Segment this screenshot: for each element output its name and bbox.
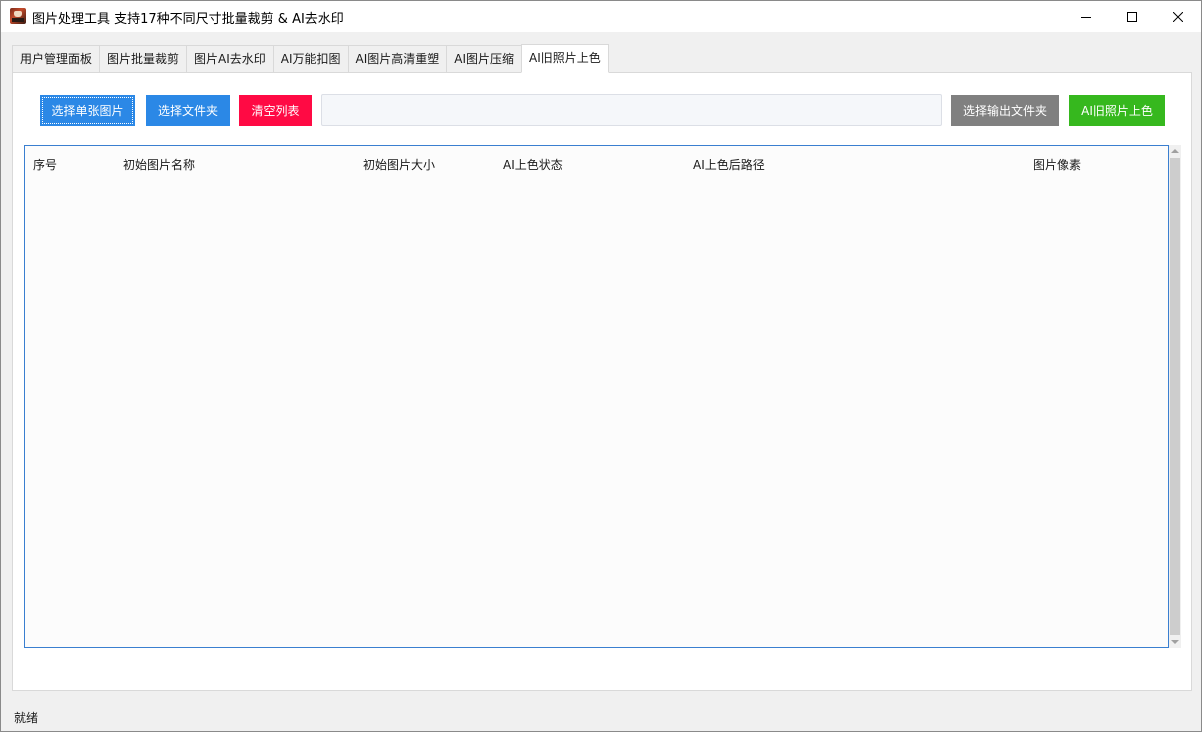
- status-text: 就绪: [14, 711, 39, 725]
- maximize-icon: [1127, 11, 1137, 22]
- column-header-original-name[interactable]: 初始图片名称: [123, 156, 195, 173]
- column-header-original-size[interactable]: 初始图片大小: [363, 156, 435, 173]
- ai-colorize-button[interactable]: AI旧照片上色: [1069, 95, 1165, 126]
- select-output-folder-button[interactable]: 选择输出文件夹: [951, 95, 1059, 126]
- tab-ai-cutout[interactable]: AI万能扣图: [272, 45, 348, 73]
- maximize-button[interactable]: [1109, 1, 1155, 32]
- tab-ai-upscale[interactable]: AI图片高清重塑: [347, 45, 447, 73]
- tab-panel-colorize: 选择单张图片 选择文件夹 清空列表 选择输出文件夹 AI旧照片上色 序号 初始图…: [12, 72, 1192, 691]
- list-scrollbar[interactable]: [1169, 145, 1181, 648]
- clear-list-button[interactable]: 清空列表: [239, 95, 312, 126]
- tab-user-management[interactable]: 用户管理面板: [12, 45, 100, 73]
- column-header-output-path[interactable]: AI上色后路径: [693, 156, 765, 173]
- close-icon: [1173, 11, 1183, 22]
- tab-ai-watermark-removal[interactable]: 图片AI去水印: [186, 45, 273, 73]
- close-button[interactable]: [1155, 1, 1201, 32]
- tab-ai-compress[interactable]: AI图片压缩: [446, 45, 522, 73]
- tab-ai-colorize[interactable]: AI旧照片上色: [521, 44, 609, 73]
- column-header-colorize-status[interactable]: AI上色状态: [503, 156, 563, 173]
- title-bar[interactable]: 图片处理工具 支持17种不同尺寸批量裁剪 & AI去水印: [1, 1, 1201, 32]
- scroll-thumb[interactable]: [1170, 158, 1180, 635]
- column-header-resolution[interactable]: 图片像素: [1033, 156, 1081, 173]
- minimize-button[interactable]: [1063, 1, 1109, 32]
- select-folder-button[interactable]: 选择文件夹: [146, 95, 230, 126]
- tab-strip: 用户管理面板 图片批量裁剪 图片AI去水印 AI万能扣图 AI图片高清重塑 AI…: [12, 44, 609, 73]
- scroll-up-icon[interactable]: [1171, 149, 1179, 153]
- tab-batch-crop[interactable]: 图片批量裁剪: [99, 45, 187, 73]
- select-single-image-button[interactable]: 选择单张图片: [40, 95, 135, 126]
- window-title: 图片处理工具 支持17种不同尺寸批量裁剪 & AI去水印: [32, 12, 344, 27]
- app-window: 图片处理工具 支持17种不同尺寸批量裁剪 & AI去水印 用户管理面板 图片批量…: [0, 0, 1202, 732]
- column-header-index[interactable]: 序号: [33, 156, 57, 173]
- app-portrait-icon: [10, 8, 26, 24]
- file-list[interactable]: 序号 初始图片名称 初始图片大小 AI上色状态 AI上色后路径 图片像素: [24, 145, 1169, 648]
- scroll-down-icon[interactable]: [1171, 640, 1179, 644]
- path-input[interactable]: [321, 94, 942, 126]
- minimize-icon: [1081, 16, 1091, 18]
